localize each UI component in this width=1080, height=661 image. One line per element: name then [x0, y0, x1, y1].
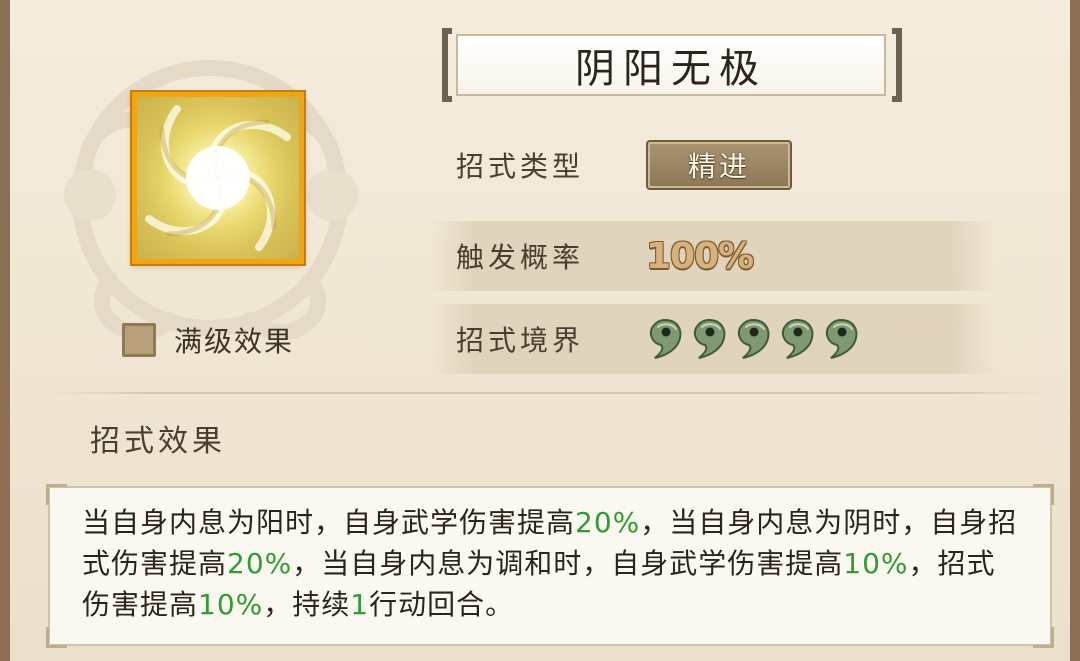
- effect-section-title: 招式效果: [90, 424, 226, 459]
- magatama-icon: [825, 318, 858, 359]
- effect-description-text: 当自身内息为阳时，自身武学伤害提高20%，当自身内息为阴时，自身招式伤害提高20…: [82, 502, 1022, 625]
- skill-type-label: 招式类型: [456, 150, 585, 183]
- corner-ornament: [1033, 484, 1054, 505]
- effect-text-segment: 当自身内息为阳时，自身武学伤害提高: [82, 506, 576, 539]
- row-skill-type: 招式类型 精进: [430, 130, 995, 200]
- skill-detail-panel: 满级效果 阴阳无极 招式类型 精进 触发概率 100% 招式境界 招式效果 当自…: [0, 0, 1080, 661]
- effect-value-highlight: 10%: [198, 588, 264, 621]
- row-skill-realm: 招式境界: [430, 304, 995, 374]
- corner-ornament: [46, 484, 67, 505]
- skill-title-box: 阴阳无极: [456, 34, 886, 96]
- section-divider: [50, 392, 1050, 394]
- skill-type-badge: 精进: [646, 140, 792, 190]
- magatama-icon: [693, 318, 726, 359]
- corner-ornament: [1033, 627, 1054, 648]
- effect-value-highlight: 10%: [843, 547, 909, 580]
- skill-realm-rating: [646, 317, 860, 361]
- effect-description-box: 当自身内息为阳时，自身武学伤害提高20%，当自身内息为阴时，自身招式伤害提高20…: [46, 484, 1054, 648]
- trigger-rate-value: 100%: [646, 235, 754, 277]
- magatama-icon: [737, 318, 770, 359]
- effect-value-highlight: 1: [350, 588, 370, 621]
- skill-title-frame: 阴阳无极: [442, 28, 902, 102]
- skill-realm-label: 招式境界: [456, 324, 585, 357]
- effect-value-highlight: 20%: [227, 547, 293, 580]
- skill-name: 阴阳无极: [575, 46, 767, 92]
- max-level-label: 满级效果: [174, 325, 295, 358]
- title-bracket-left: [442, 28, 452, 102]
- corner-ornament: [46, 627, 67, 648]
- effect-text-segment: 行动回合。: [369, 588, 515, 621]
- title-bracket-right: [892, 28, 902, 102]
- effect-text-segment: ，当自身内息为调和时，自身武学伤害提高: [292, 547, 844, 580]
- effect-text-segment: ，持续: [263, 588, 351, 621]
- row-trigger-rate: 触发概率 100%: [430, 221, 995, 291]
- skill-icon[interactable]: [132, 92, 304, 264]
- max-level-checkbox[interactable]: [122, 323, 156, 357]
- magatama-icon: [781, 318, 814, 359]
- yin-yang-swirl-icon: [145, 105, 291, 251]
- effect-value-highlight: 20%: [575, 506, 641, 539]
- max-level-toggle[interactable]: 满级效果: [122, 320, 294, 360]
- magatama-icon: [649, 318, 682, 359]
- trigger-rate-label: 触发概率: [456, 241, 585, 274]
